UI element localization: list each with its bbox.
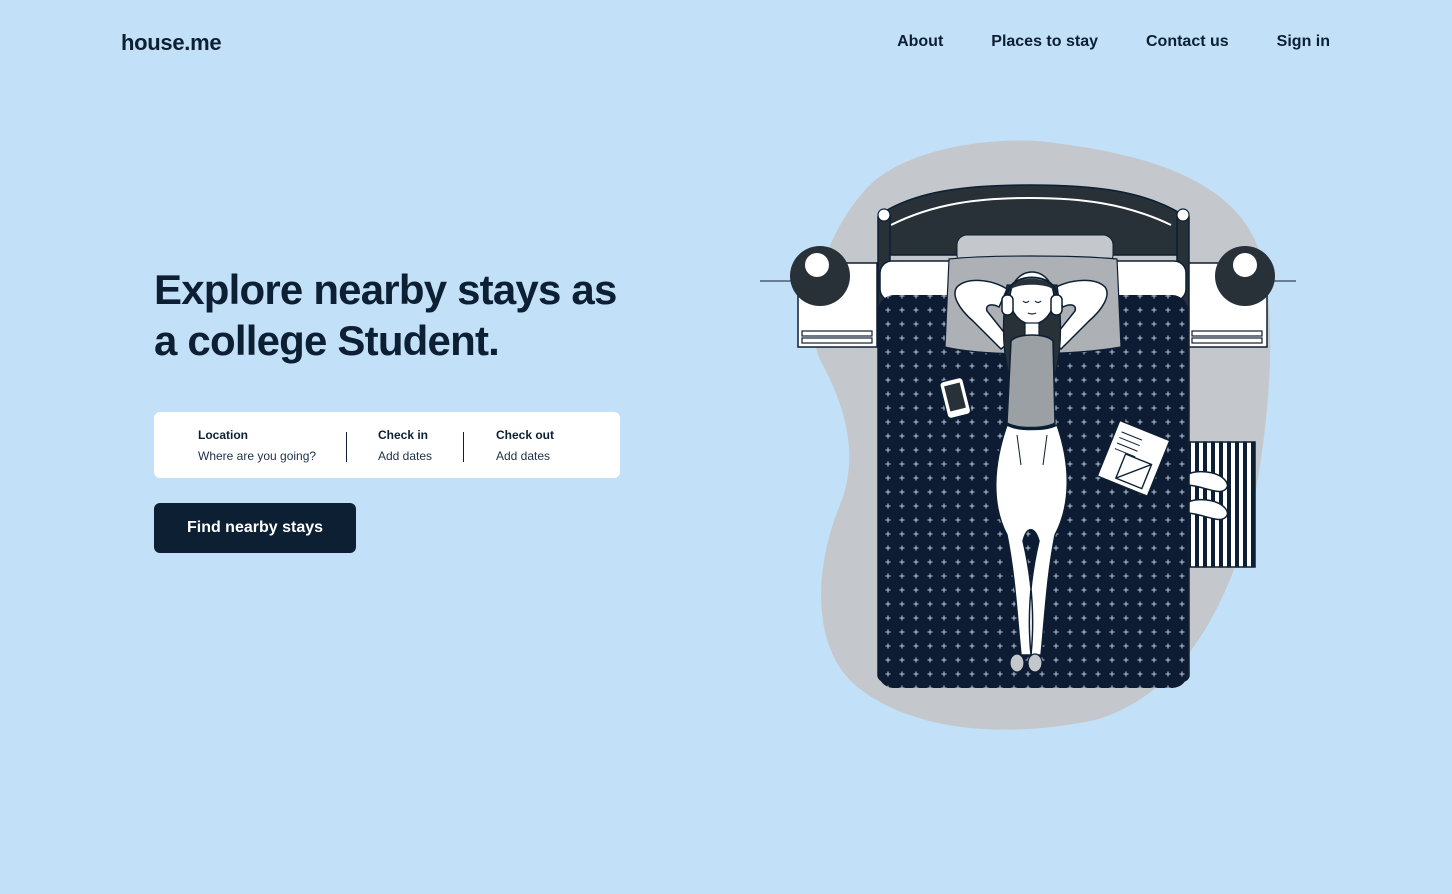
- search-bar: Location Where are you going? Check in A…: [154, 412, 620, 478]
- find-nearby-stays-button[interactable]: Find nearby stays: [154, 503, 356, 553]
- nav-link-contact-us[interactable]: Contact us: [1146, 33, 1229, 51]
- check-out-field[interactable]: Check out Add dates: [496, 428, 554, 463]
- search-divider: [346, 432, 347, 462]
- hero-headline-line-1: Explore nearby stays as: [154, 266, 617, 313]
- nav-link-places-to-stay[interactable]: Places to stay: [991, 33, 1098, 51]
- nav-link-about[interactable]: About: [897, 33, 943, 51]
- location-label: Location: [198, 428, 248, 442]
- location-field[interactable]: Location Where are you going?: [198, 428, 316, 463]
- check-in-input[interactable]: Add dates: [378, 449, 432, 463]
- hero-headline-line-2: a college Student.: [154, 317, 500, 364]
- check-in-label: Check in: [378, 428, 429, 442]
- check-out-label: Check out: [496, 428, 555, 442]
- check-in-field[interactable]: Check in Add dates: [378, 428, 432, 463]
- brand-logo[interactable]: house.me: [121, 30, 222, 56]
- student-on-bed-illustration: [760, 140, 1296, 730]
- location-input[interactable]: Where are you going?: [198, 449, 316, 463]
- check-out-input[interactable]: Add dates: [496, 449, 554, 463]
- top-nav: About Places to stay Contact us Sign in: [897, 33, 1330, 51]
- hero-headline: Explore nearby stays as a college Studen…: [154, 264, 674, 366]
- search-divider: [463, 432, 464, 462]
- nav-link-sign-in[interactable]: Sign in: [1277, 33, 1330, 51]
